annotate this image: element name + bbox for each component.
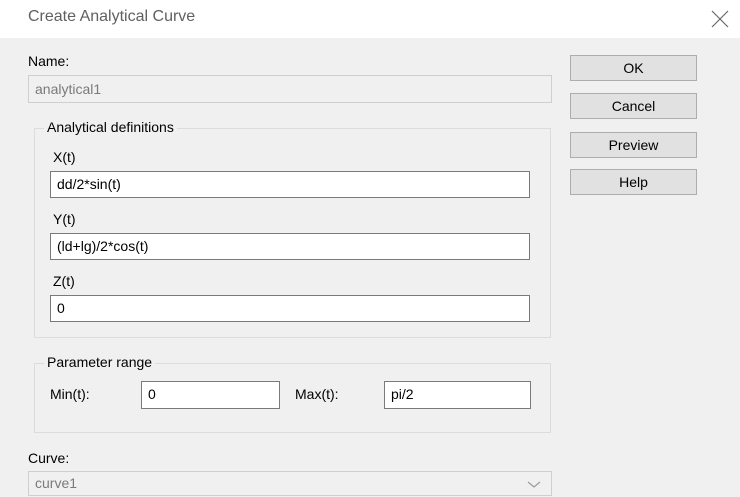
preview-button[interactable]: Preview: [570, 132, 697, 158]
x-input[interactable]: dd/2*sin(t): [50, 171, 530, 198]
title-bar: Create Analytical Curve: [0, 0, 740, 38]
curve-select-value: curve1: [35, 475, 78, 491]
chevron-down-icon: [527, 481, 541, 488]
dialog-body: Name: analytical1 Analytical definitions…: [0, 38, 740, 497]
analytical-definitions-title: Analytical definitions: [44, 119, 177, 135]
max-label: Max(t):: [295, 386, 339, 402]
close-icon[interactable]: [709, 8, 731, 30]
cancel-button[interactable]: Cancel: [570, 93, 697, 119]
curve-select: curve1: [28, 471, 552, 496]
parameter-range-title: Parameter range: [44, 354, 156, 370]
min-label: Min(t):: [50, 386, 90, 402]
window-title: Create Analytical Curve: [28, 8, 196, 25]
help-button[interactable]: Help: [570, 169, 697, 195]
z-input[interactable]: 0: [50, 295, 530, 322]
max-input[interactable]: pi/2: [384, 381, 531, 409]
y-input[interactable]: (ld+lg)/2*cos(t): [50, 233, 530, 260]
curve-label: Curve:: [28, 450, 70, 466]
min-input[interactable]: 0: [141, 381, 280, 409]
ok-button[interactable]: OK: [570, 55, 697, 81]
z-label: Z(t): [53, 273, 75, 289]
x-label: X(t): [53, 149, 76, 165]
y-label: Y(t): [53, 211, 76, 227]
name-label: Name:: [28, 53, 70, 69]
name-field: analytical1: [28, 75, 552, 103]
